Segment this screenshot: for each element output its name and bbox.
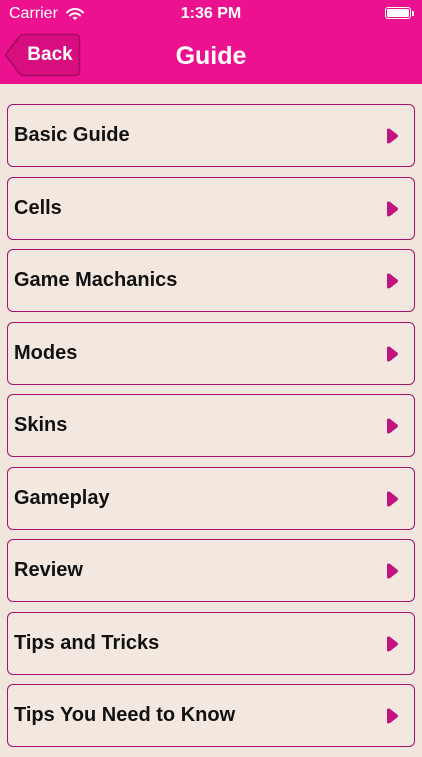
list-item-label: Review [14,559,83,581]
chevron-right-icon [386,707,399,725]
chevron-right-icon [386,200,399,218]
list-item[interactable]: Review [7,539,415,602]
chevron-right-icon [386,562,399,580]
list-item[interactable]: Modes [7,321,415,385]
battery-fill [387,9,409,17]
status-time: 1:36 PM [180,5,242,22]
list-item-label: Tips and Tricks [14,631,160,654]
back-button-label: Back [27,44,73,65]
chevron-right-icon [386,417,399,435]
battery-tip [412,10,414,16]
list-item-label: Skins [14,414,68,436]
chevron-right-icon [386,635,399,653]
list-item[interactable]: Basic Guide [7,104,415,167]
list-item[interactable]: Cells [7,176,415,240]
battery-icon [385,7,414,19]
guide-list: Basic Guide Cells Game Machanics Modes Skins… [7,104,415,757]
back-button[interactable]: Back [4,33,81,77]
list-item[interactable]: Gameplay [7,466,415,530]
chevron-right-icon [386,490,399,508]
chevron-right-icon [386,127,399,145]
list-item-label: Cells [14,196,62,219]
list-item[interactable]: Tips You Need to Know [7,684,415,747]
list-item-label: Basic Guide [14,124,130,146]
list-item[interactable]: Game Machanics [7,249,415,312]
list-item-label: Modes [14,341,78,364]
list-item-label: Tips You Need to Know [14,704,236,726]
list-item-label: Gameplay [14,486,110,509]
top-bar: Carrier 1:36 PM Back Guide [0,0,422,84]
chevron-right-icon [386,345,399,363]
status-bar: Carrier 1:36 PM [0,0,422,28]
list-item[interactable]: Tips and Tricks [7,611,415,675]
battery-body [385,7,411,19]
list-item[interactable]: Skins [7,394,415,457]
list-item-label: Game Machanics [14,269,178,291]
nav-bar: Back Guide [0,28,422,84]
chevron-right-icon [386,272,399,290]
